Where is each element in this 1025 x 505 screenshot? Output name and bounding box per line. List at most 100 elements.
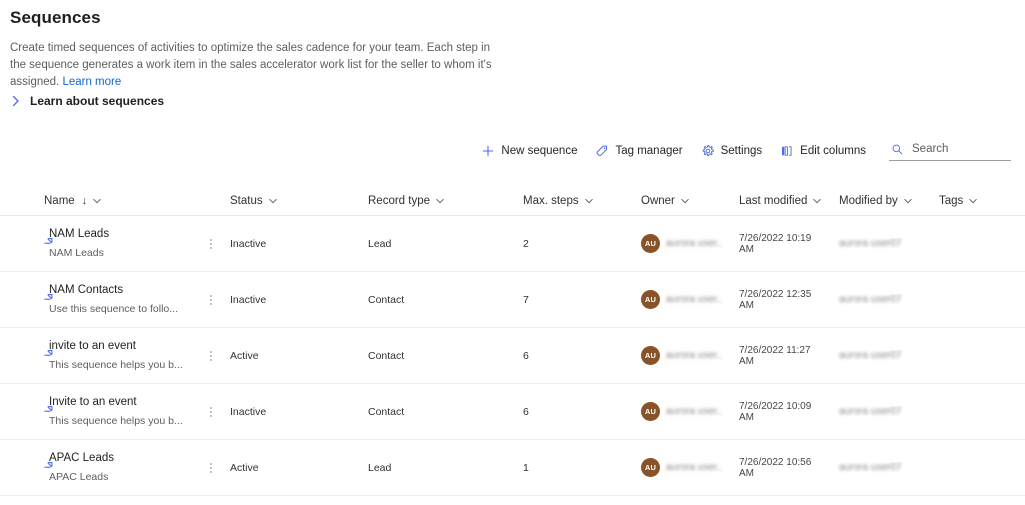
learn-more-link[interactable]: Learn more xyxy=(62,76,121,88)
chevron-down-icon xyxy=(969,198,978,203)
table-row[interactable]: NAM Contacts Use this sequence to follo.… xyxy=(0,272,1025,328)
row-owner-cell: AU aurora user... xyxy=(633,346,731,365)
row-name-cell[interactable]: invite to an event This sequence helps y… xyxy=(0,339,200,373)
row-name-cell[interactable]: Invite to an event This sequence helps y… xyxy=(0,395,200,429)
row-last-modified-cell: 7/26/2022 11:27 AM xyxy=(731,345,831,367)
row-status-cell: Active xyxy=(222,350,360,362)
column-header-max-steps[interactable]: Max. steps xyxy=(515,186,633,215)
expander-label: Learn about sequences xyxy=(30,94,165,108)
record-type: Contact xyxy=(368,405,405,418)
column-header-record-type[interactable]: Record type xyxy=(360,186,515,215)
row-last-modified-cell: 7/26/2022 10:56 AM xyxy=(731,457,831,479)
settings-button[interactable]: Settings xyxy=(692,141,772,161)
owner-name: aurora user... xyxy=(666,238,723,249)
edit-columns-button[interactable]: Edit columns xyxy=(771,141,875,161)
row-modified-by-cell: aurora user07 xyxy=(831,406,931,417)
owner-name: aurora user... xyxy=(666,294,723,305)
row-subtitle: This sequence helps you b... xyxy=(49,359,183,372)
command-bar: New sequence Tag manager Settings Edit c… xyxy=(472,140,1011,161)
search-input[interactable] xyxy=(910,142,1009,156)
modified-by: aurora user07 xyxy=(839,238,902,249)
column-header-last-modified[interactable]: Last modified xyxy=(731,186,831,215)
chevron-down-icon xyxy=(584,198,593,203)
edit-columns-label: Edit columns xyxy=(800,144,866,157)
row-record-type-cell: Contact xyxy=(360,406,515,418)
status-badge: Inactive xyxy=(230,237,267,250)
row-status-cell: Inactive xyxy=(222,294,360,306)
column-header-record-type-label: Record type xyxy=(368,194,431,207)
record-type: Lead xyxy=(368,461,392,474)
row-more-actions-button[interactable] xyxy=(200,403,222,421)
column-header-name-label: Name xyxy=(44,194,75,207)
column-header-last-modified-label: Last modified xyxy=(739,194,808,207)
column-header-max-steps-label: Max. steps xyxy=(523,194,579,207)
row-more-actions-button[interactable] xyxy=(200,347,222,365)
learn-about-sequences-expander[interactable]: Learn about sequences xyxy=(10,94,164,108)
column-header-tags[interactable]: Tags xyxy=(931,186,1021,215)
owner-name: aurora user... xyxy=(666,406,723,417)
tag-manager-label: Tag manager xyxy=(615,144,683,157)
row-owner-cell: AU aurora user... xyxy=(633,290,731,309)
column-header-actions xyxy=(200,186,222,215)
row-status-cell: Active xyxy=(222,462,360,474)
row-record-type-cell: Lead xyxy=(360,238,515,250)
max-steps: 2 xyxy=(523,237,529,250)
search-icon xyxy=(892,144,903,154)
kebab-menu-icon[interactable] xyxy=(207,291,215,309)
row-max-steps-cell: 1 xyxy=(515,462,633,474)
row-more-actions-button[interactable] xyxy=(200,459,222,477)
edit-columns-icon xyxy=(782,145,792,156)
tag-icon xyxy=(596,145,608,156)
row-modified-by-cell: aurora user07 xyxy=(831,350,931,361)
max-steps: 1 xyxy=(523,461,529,474)
row-owner-cell: AU aurora user... xyxy=(633,458,731,477)
grid-body: NAM Leads NAM Leads Inactive Lead 2 AU a… xyxy=(0,216,1025,496)
search-box[interactable] xyxy=(889,140,1011,161)
row-more-actions-button[interactable] xyxy=(200,235,222,253)
tag-manager-button[interactable]: Tag manager xyxy=(586,141,691,161)
table-row[interactable]: APAC Leads APAC Leads Active Lead 1 AU a… xyxy=(0,440,1025,496)
gear-icon xyxy=(702,144,714,156)
sequence-icon xyxy=(44,461,53,468)
column-header-owner[interactable]: Owner xyxy=(633,186,731,215)
max-steps: 6 xyxy=(523,405,529,418)
plus-icon xyxy=(483,145,494,156)
chevron-down-icon xyxy=(268,198,277,203)
row-more-actions-button[interactable] xyxy=(200,291,222,309)
sequences-grid: Name ↓ Status Record type Max. steps Own… xyxy=(0,186,1025,496)
sequence-icon xyxy=(44,293,53,300)
chevron-down-icon xyxy=(436,198,444,203)
table-row[interactable]: NAM Leads NAM Leads Inactive Lead 2 AU a… xyxy=(0,216,1025,272)
settings-label: Settings xyxy=(720,144,763,157)
last-modified: 7/26/2022 11:27 AM xyxy=(739,344,811,367)
sequence-icon xyxy=(44,349,53,356)
row-name-cell[interactable]: NAM Leads NAM Leads xyxy=(0,227,200,261)
kebab-menu-icon[interactable] xyxy=(207,347,215,365)
column-header-name[interactable]: Name ↓ xyxy=(0,186,200,215)
new-sequence-button[interactable]: New sequence xyxy=(472,141,586,161)
chevron-down-icon xyxy=(903,198,912,203)
last-modified: 7/26/2022 12:35 AM xyxy=(739,288,812,311)
row-name: Invite to an event xyxy=(49,395,137,408)
kebab-menu-icon[interactable] xyxy=(207,459,215,477)
row-name-cell[interactable]: NAM Contacts Use this sequence to follo.… xyxy=(0,283,200,317)
column-header-modified-by[interactable]: Modified by xyxy=(831,186,931,215)
column-header-status[interactable]: Status xyxy=(222,186,360,215)
row-name-cell[interactable]: APAC Leads APAC Leads xyxy=(0,451,200,485)
page-title: Sequences xyxy=(10,8,101,27)
modified-by: aurora user07 xyxy=(839,294,902,305)
chevron-down-icon xyxy=(813,198,822,203)
row-status-cell: Inactive xyxy=(222,238,360,250)
page-description: Create timed sequences of activities to … xyxy=(10,40,502,91)
kebab-menu-icon[interactable] xyxy=(207,235,215,253)
row-record-type-cell: Contact xyxy=(360,350,515,362)
row-max-steps-cell: 6 xyxy=(515,406,633,418)
row-last-modified-cell: 7/26/2022 10:19 AM xyxy=(731,233,831,255)
max-steps: 7 xyxy=(523,293,529,306)
status-badge: Inactive xyxy=(230,405,267,418)
kebab-menu-icon[interactable] xyxy=(207,403,215,421)
table-row[interactable]: invite to an event This sequence helps y… xyxy=(0,328,1025,384)
table-row[interactable]: Invite to an event This sequence helps y… xyxy=(0,384,1025,440)
row-record-type-cell: Contact xyxy=(360,294,515,306)
record-type: Lead xyxy=(368,237,392,250)
